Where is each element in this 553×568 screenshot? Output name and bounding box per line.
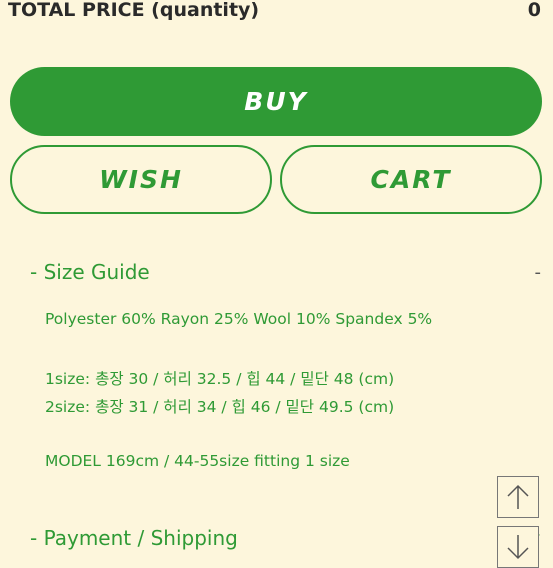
cart-button[interactable]: CART [280,145,542,214]
arrow-up-icon [507,484,529,509]
size-1-line: 1size: 총장 30 / 허리 32.5 / 힙 44 / 밑단 48 (c… [45,370,395,388]
payment-shipping-header[interactable]: - Payment / Shipping [30,522,541,554]
size-guide-header[interactable]: - Size Guide - [30,256,541,288]
total-price-row: TOTAL PRICE (quantity) 0 [8,0,541,24]
payment-shipping-title: - Payment / Shipping [30,526,238,550]
arrow-down-icon [507,535,529,560]
material-line: Polyester 60% Rayon 25% Wool 10% Spandex… [45,310,433,328]
buy-button[interactable]: BUY [10,67,542,136]
total-price-label: TOTAL PRICE (quantity) [8,0,260,21]
scroll-top-button[interactable] [497,476,539,518]
size-guide-title: - Size Guide [30,260,150,284]
model-line: MODEL 169cm / 44-55size fitting 1 size [45,452,350,470]
total-price-value: 0 [527,0,541,21]
scroll-bottom-button[interactable] [497,526,539,568]
size-2-line: 2size: 총장 31 / 허리 34 / 힙 46 / 밑단 49.5 (c… [45,398,395,416]
collapse-toggle-icon[interactable]: - [535,262,542,283]
wish-button[interactable]: WISH [10,145,272,214]
